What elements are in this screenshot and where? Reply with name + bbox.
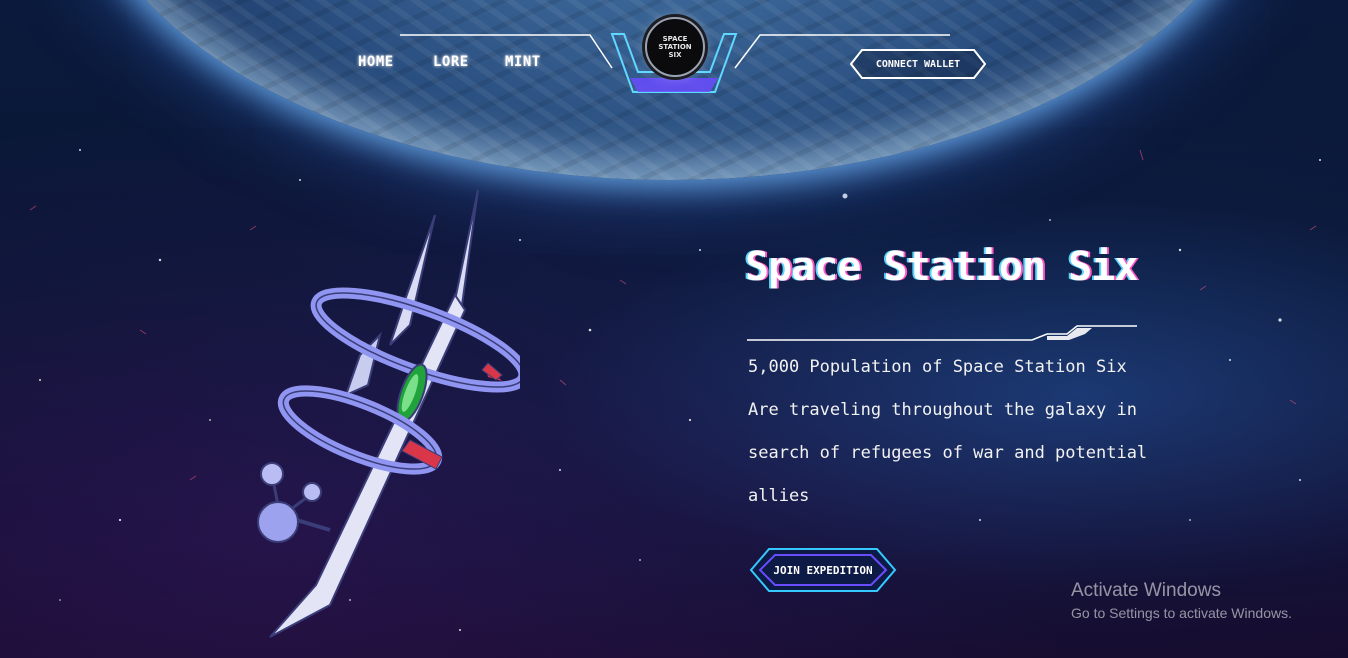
space-station-illustration	[257, 189, 520, 638]
nav-link-mint[interactable]: MINT	[505, 54, 541, 70]
hero-description-line-1: 5,000 Population of Space Station Six	[748, 357, 1127, 377]
nav-link-home[interactable]: HOME	[358, 54, 394, 70]
join-expedition-label: JOIN EXPEDITION	[773, 563, 873, 577]
activate-windows-title: Activate Windows	[1071, 580, 1221, 601]
hero-description-line-4: allies	[748, 486, 810, 506]
top-navigation: HOME LORE MINT SPACE STATION SIX CONNECT…	[0, 0, 1348, 110]
hero-description-line-3: search of refugees of war and potential	[748, 443, 1148, 463]
title-divider	[747, 325, 1137, 341]
hero-description-line-2: Are traveling throughout the galaxy in	[748, 400, 1137, 420]
windows-activation-watermark: Activate Windows Go to Settings to activ…	[1071, 580, 1292, 621]
hero-title: Space Station Six	[745, 244, 1138, 290]
logo-text-line1: SPACE	[662, 35, 688, 43]
connect-wallet-label: CONNECT WALLET	[875, 58, 961, 70]
activate-windows-subtitle: Go to Settings to activate Windows.	[1071, 605, 1292, 621]
site-logo[interactable]: SPACE STATION SIX	[645, 17, 705, 77]
connect-wallet-button[interactable]: CONNECT WALLET	[850, 49, 986, 79]
logo-text-line2: STATION	[658, 43, 692, 51]
hero-description: 5,000 Population of Space Station Six Ar…	[748, 346, 1148, 518]
join-expedition-button[interactable]: JOIN EXPEDITION	[749, 546, 897, 594]
logo-text-line3: SIX	[668, 51, 682, 59]
nav-link-lore[interactable]: LORE	[433, 54, 469, 70]
